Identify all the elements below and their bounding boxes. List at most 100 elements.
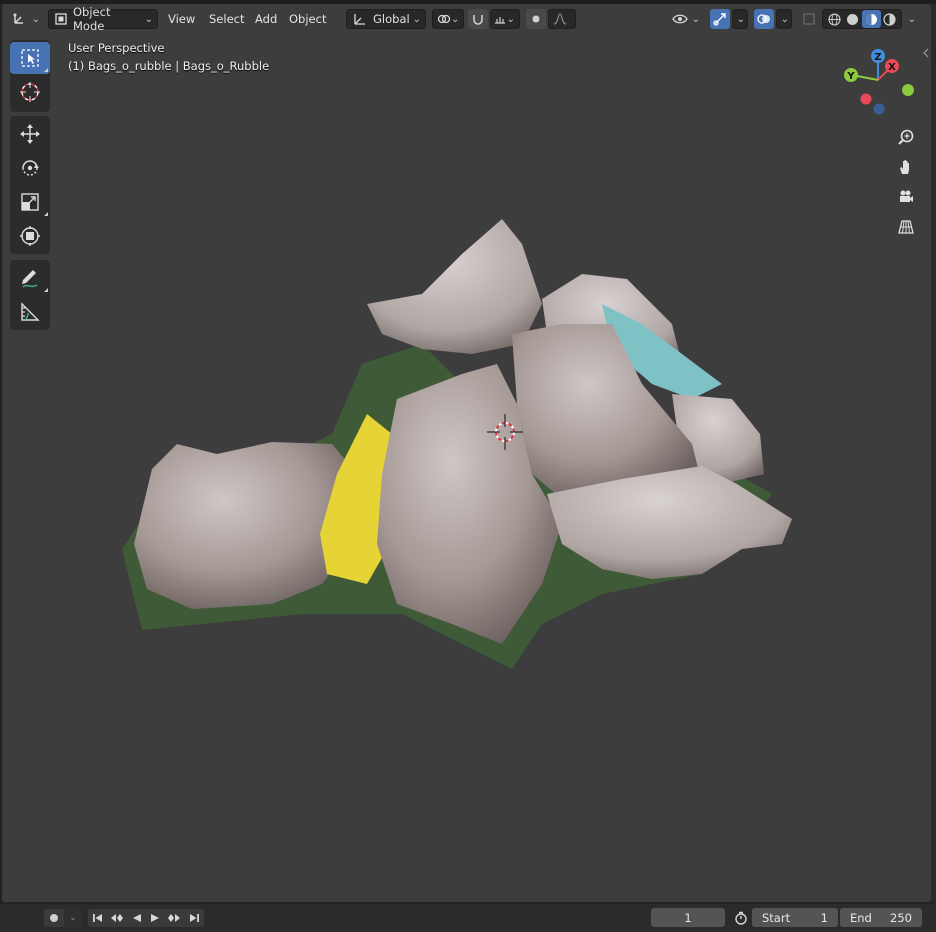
falloff-dropdown[interactable]: [548, 9, 576, 29]
navigation-gizmo[interactable]: Z X Y: [832, 44, 922, 120]
overlays-toggle[interactable]: [754, 9, 774, 29]
tool-select-box[interactable]: [10, 42, 50, 74]
transform-icon: [19, 225, 41, 247]
overlays-dropdown[interactable]: ⌄: [776, 9, 792, 29]
chevron-down-icon: ⌄: [506, 13, 515, 25]
tool-scale[interactable]: [10, 186, 50, 218]
pan-button[interactable]: [893, 154, 919, 180]
current-frame-field[interactable]: 1: [651, 908, 725, 927]
start-frame-value: 1: [820, 910, 828, 925]
proportional-dot-icon: [531, 14, 541, 24]
menu-select[interactable]: Select: [209, 12, 244, 26]
chevron-down-icon: ⌄: [736, 13, 745, 25]
tool-move[interactable]: [10, 118, 50, 150]
zoom-button[interactable]: [893, 124, 919, 150]
next-keyframe-icon[interactable]: [167, 913, 181, 923]
xray-toggle[interactable]: [800, 9, 818, 29]
rotate-icon: [19, 157, 41, 179]
viewport-scene: [122, 219, 792, 669]
play-icon[interactable]: [150, 913, 160, 923]
zoom-icon: [897, 128, 915, 146]
eye-icon: [672, 13, 688, 25]
orientation-dropdown[interactable]: Global ⌄: [346, 9, 426, 29]
menu-add[interactable]: Add: [255, 12, 277, 26]
perspective-toggle-button[interactable]: [893, 214, 919, 240]
playback-controls: [88, 909, 204, 927]
wireframe-shading-icon[interactable]: [825, 12, 844, 26]
keying-dropdown[interactable]: ⌄: [64, 909, 82, 927]
preview-range-toggle[interactable]: [732, 909, 750, 927]
falloff-curve-icon: [553, 13, 567, 25]
shading-dropdown[interactable]: ⌄: [904, 9, 920, 29]
xray-icon: [803, 13, 815, 25]
chevron-down-icon: ⌄: [780, 13, 789, 25]
ruler-icon: [19, 301, 41, 323]
current-frame-value: 1: [684, 910, 692, 925]
gizmo-neg-z-axis[interactable]: [873, 103, 885, 115]
link-icon: [437, 13, 451, 25]
rendered-shading-icon[interactable]: [881, 12, 900, 26]
menu-view[interactable]: View: [168, 12, 195, 26]
gizmo-neg-x-axis[interactable]: [860, 93, 872, 105]
overlays-icon: [757, 12, 771, 26]
gizmo-x-label: X: [888, 62, 896, 73]
jump-end-icon[interactable]: [189, 913, 200, 923]
keyframe-record-button[interactable]: [44, 909, 64, 927]
chevron-down-icon: ⌄: [451, 13, 460, 25]
material-shading-icon[interactable]: [862, 10, 881, 28]
snap-increment-icon: [494, 13, 506, 25]
tool-rotate[interactable]: [10, 152, 50, 184]
play-reverse-icon[interactable]: [132, 913, 142, 923]
pivot-point-dropdown[interactable]: ⌄: [432, 9, 464, 29]
viewport-header: ⌄ Object Mode ⌄ View Select Add Object G…: [2, 5, 931, 33]
shading-group: [822, 9, 902, 29]
gizmo-z-label: Z: [874, 52, 881, 63]
tool-annotate[interactable]: [10, 262, 50, 294]
visibility-dropdown[interactable]: ⌄: [672, 9, 704, 29]
tool-cursor[interactable]: [10, 76, 50, 108]
gizmo-y-label: Y: [846, 71, 855, 82]
toolbar-transform-group: [10, 116, 50, 254]
jump-start-icon[interactable]: [92, 913, 103, 923]
snap-toggle[interactable]: [468, 9, 488, 29]
timeline-header: ⌄ 1 Start 1 End 250: [0, 904, 936, 932]
pencil-icon: [19, 267, 41, 289]
tool-options-indicator: [44, 212, 48, 216]
start-frame-field[interactable]: Start 1: [752, 908, 838, 927]
chevron-down-icon: ⌄: [69, 913, 77, 923]
end-frame-field[interactable]: End 250: [840, 908, 922, 927]
proportional-edit-toggle[interactable]: [526, 9, 546, 29]
mode-dropdown[interactable]: Object Mode ⌄: [48, 5, 158, 33]
stopwatch-icon: [734, 911, 748, 925]
chevron-down-icon: ⌄: [691, 13, 700, 25]
gizmo-neg-y-axis[interactable]: [902, 84, 914, 96]
camera-view-button[interactable]: [893, 184, 919, 210]
3d-viewport[interactable]: ⌄ Object Mode ⌄ View Select Add Object G…: [2, 4, 931, 902]
view-perspective-label: User Perspective: [68, 41, 165, 55]
toolbar-annotate-group: [10, 260, 50, 330]
menu-object[interactable]: Object: [289, 12, 326, 26]
prev-keyframe-icon[interactable]: [110, 913, 124, 923]
transform-orientation-icon: [353, 12, 367, 26]
editor-type-button[interactable]: ⌄: [12, 9, 44, 29]
chevron-down-icon: ⌄: [412, 13, 421, 25]
tool-transform[interactable]: [10, 220, 50, 252]
active-object-label: (1) Bags_o_rubble | Bags_o_Rubble: [68, 59, 270, 73]
orientation-label: Global: [373, 12, 410, 26]
start-frame-label: Start: [762, 910, 791, 925]
sidebar-toggle-icon[interactable]: [922, 48, 932, 58]
snap-target-dropdown[interactable]: ⌄: [490, 9, 520, 29]
tool-options-indicator: [44, 288, 48, 292]
chevron-down-icon: ⌄: [31, 13, 40, 25]
chevron-down-icon: ⌄: [907, 13, 916, 25]
camera-icon: [897, 188, 915, 206]
gizmo-toggle[interactable]: [710, 9, 730, 29]
toolbar-select-group: [10, 40, 50, 112]
magnet-icon: [472, 13, 484, 25]
gizmo-dropdown[interactable]: ⌄: [732, 9, 748, 29]
gizmo-icon: [713, 12, 727, 26]
solid-shading-icon[interactable]: [844, 13, 863, 26]
tool-measure[interactable]: [10, 296, 50, 328]
end-frame-label: End: [850, 910, 872, 925]
scale-icon: [20, 192, 40, 212]
